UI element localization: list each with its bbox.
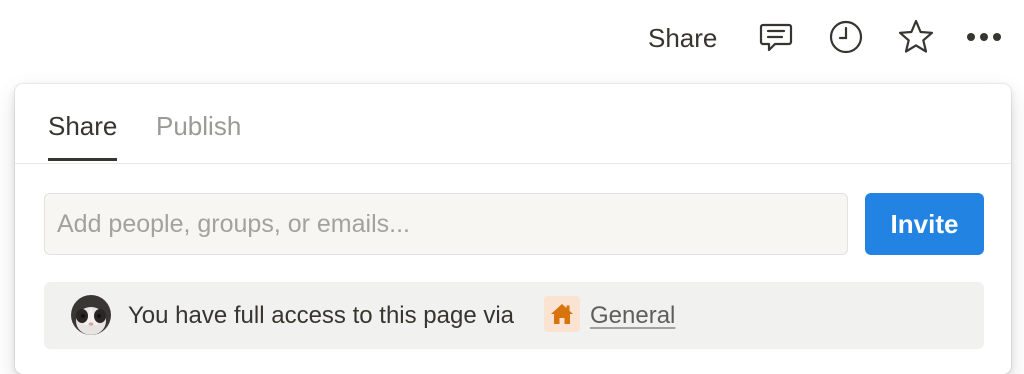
home-icon — [544, 296, 580, 332]
share-tabs: Share Publish — [15, 84, 1011, 164]
more-dots-icon[interactable] — [964, 17, 1004, 57]
workspace-link-general[interactable]: General — [590, 302, 675, 330]
history-clock-icon[interactable] — [826, 17, 866, 57]
invite-button[interactable]: Invite — [865, 193, 984, 255]
tab-share[interactable]: Share — [48, 110, 118, 161]
comment-icon[interactable] — [756, 17, 796, 57]
avatar — [71, 295, 111, 335]
access-text: You have full access to this page via — [128, 302, 515, 329]
top-toolbar: Share — [0, 0, 1024, 76]
share-popover: Share Publish Invite You have full acces… — [15, 84, 1011, 374]
share-toolbar-button[interactable]: Share — [648, 22, 717, 54]
access-info-bar: You have full access to this page via Ge… — [44, 282, 984, 349]
invite-input[interactable] — [44, 193, 848, 255]
tab-publish[interactable]: Publish — [156, 110, 241, 156]
star-icon[interactable] — [896, 17, 936, 57]
